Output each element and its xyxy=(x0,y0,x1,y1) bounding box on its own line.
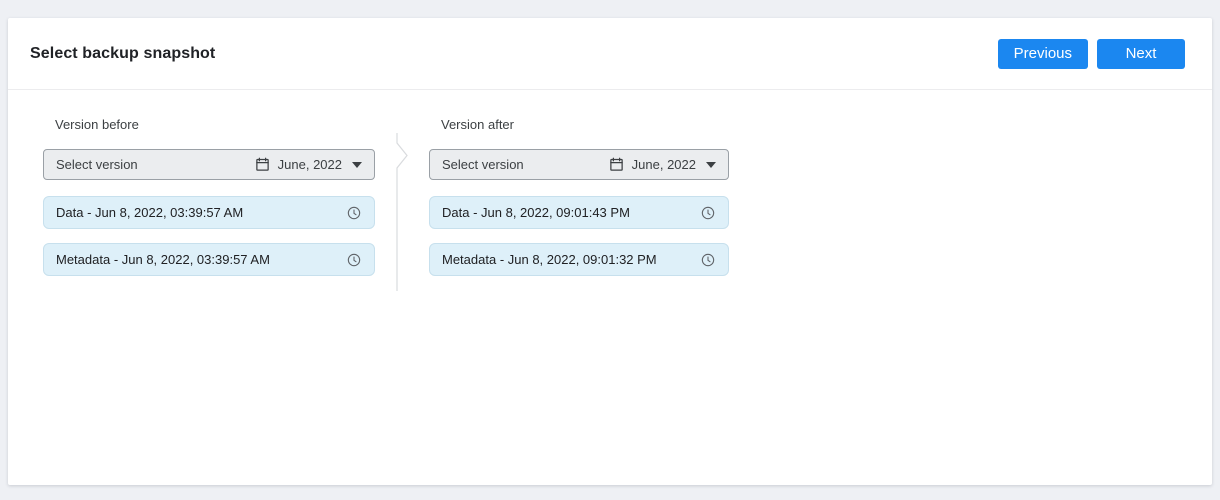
header-actions: Previous Next xyxy=(989,39,1185,69)
version-before-select[interactable]: Select version June, 2022 xyxy=(43,149,375,180)
version-after-select[interactable]: Select version June, 2022 xyxy=(429,149,729,180)
version-before-label: Version before xyxy=(55,117,375,132)
clock-icon xyxy=(700,252,716,268)
snapshot-item-label: Data - Jun 8, 2022, 09:01:43 PM xyxy=(442,205,630,220)
backup-snapshot-card: Select backup snapshot Previous Next Ver… xyxy=(8,18,1212,485)
clock-icon xyxy=(346,205,362,221)
select-period-group: June, 2022 xyxy=(609,157,716,172)
caret-down-icon xyxy=(706,162,716,168)
select-period-group: June, 2022 xyxy=(255,157,362,172)
column-divider xyxy=(375,117,429,293)
select-placeholder: Select version xyxy=(442,157,524,172)
version-before-column: Version before Select version June, 2022… xyxy=(43,117,375,290)
version-after-column: Version after Select version June, 2022 … xyxy=(429,117,729,290)
calendar-icon xyxy=(609,157,624,172)
snapshot-compare-body: Version before Select version June, 2022… xyxy=(8,90,1212,293)
selected-period: June, 2022 xyxy=(632,157,696,172)
snapshot-item-data[interactable]: Data - Jun 8, 2022, 09:01:43 PM xyxy=(429,196,729,229)
snapshot-item-data[interactable]: Data - Jun 8, 2022, 03:39:57 AM xyxy=(43,196,375,229)
snapshot-item-metadata[interactable]: Metadata - Jun 8, 2022, 03:39:57 AM xyxy=(43,243,375,276)
clock-icon xyxy=(346,252,362,268)
previous-button[interactable]: Previous xyxy=(998,39,1088,69)
version-after-label: Version after xyxy=(441,117,729,132)
card-header: Select backup snapshot Previous Next xyxy=(8,18,1212,90)
caret-down-icon xyxy=(352,162,362,168)
snapshot-item-label: Data - Jun 8, 2022, 03:39:57 AM xyxy=(56,205,243,220)
chevron-right-divider-icon xyxy=(396,133,410,293)
snapshot-item-label: Metadata - Jun 8, 2022, 09:01:32 PM xyxy=(442,252,657,267)
page-title: Select backup snapshot xyxy=(30,45,215,63)
calendar-icon xyxy=(255,157,270,172)
clock-icon xyxy=(700,205,716,221)
next-button[interactable]: Next xyxy=(1097,39,1185,69)
snapshot-item-metadata[interactable]: Metadata - Jun 8, 2022, 09:01:32 PM xyxy=(429,243,729,276)
snapshot-item-label: Metadata - Jun 8, 2022, 03:39:57 AM xyxy=(56,252,270,267)
select-placeholder: Select version xyxy=(56,157,138,172)
selected-period: June, 2022 xyxy=(278,157,342,172)
